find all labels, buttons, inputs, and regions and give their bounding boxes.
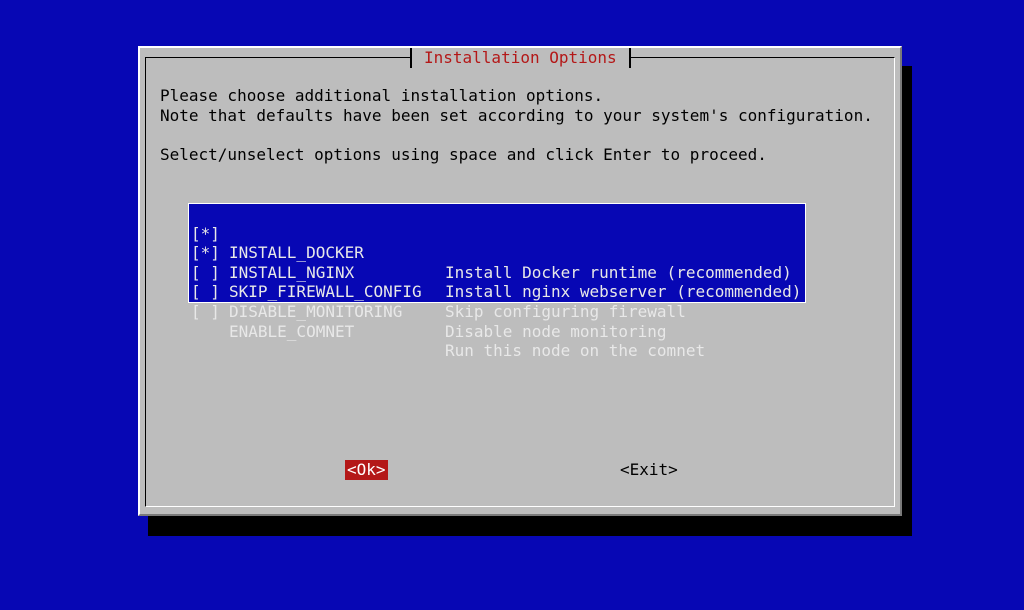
option-checkbox[interactable]: [ ] [191, 302, 220, 322]
installation-options-dialog: Installation Options Please choose addit… [138, 46, 902, 516]
option-enable-comnet[interactable]: [ ] ENABLE_COMNET Run this node on the c… [189, 282, 805, 360]
option-skip-firewall-config[interactable]: [ ] SKIP_FIREWALL_CONFIG Skip configurin… [189, 243, 805, 321]
dialog-title: Installation Options [410, 48, 631, 68]
option-tag: ENABLE_COMNET [229, 321, 355, 341]
ok-button[interactable]: <Ok> [345, 460, 388, 480]
option-disable-monitoring[interactable]: [ ] DISABLE_MONITORING Disable node moni… [189, 263, 805, 340]
options-checklist[interactable]: [*] INSTALL_DOCKER Install Docker runtim… [188, 203, 806, 360]
instruction-line-1: Please choose additional installation op… [160, 86, 604, 105]
instruction-line-2: Note that defaults have been set accordi… [160, 106, 873, 125]
terminal-screen: Installation Options Please choose addit… [0, 0, 1024, 610]
option-install-docker[interactable]: [*] INSTALL_DOCKER Install Docker runtim… [189, 204, 805, 282]
option-description: Skip configuring firewall [445, 301, 686, 321]
option-description: Disable node monitoring [445, 321, 667, 341]
exit-button[interactable]: <Exit> [620, 460, 678, 480]
instruction-line-4: Select/unselect options using space and … [160, 145, 767, 164]
option-description: Run this node on the comnet [445, 341, 706, 361]
option-install-nginx[interactable]: [*] INSTALL_NGINX Install nginx webserve… [189, 224, 805, 301]
